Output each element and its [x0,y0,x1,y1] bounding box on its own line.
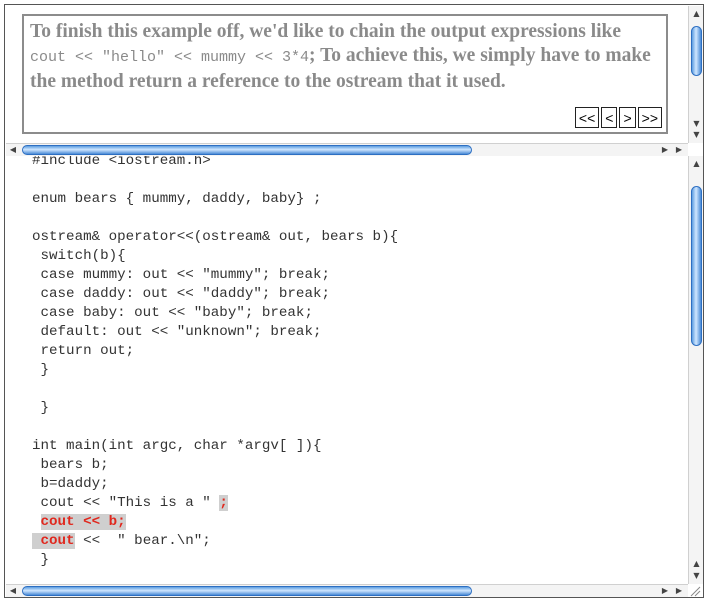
highlighted-cout-keyword: cout [40,533,75,549]
scroll-left-arrow-icon[interactable]: ◀ [6,585,20,597]
code-horizontal-scrollbar[interactable]: ◀ ▶ ▶ [6,584,688,597]
code-listing: #include <iostream.h> enum bears { mummy,… [32,156,398,570]
code-line-text: cout << "This is a " [32,495,220,511]
code-line-bear-rest: << " bear.\n"; [74,533,211,549]
highlighted-cout-b: cout << b; [40,514,126,530]
code-line: } [32,362,50,378]
description-box: To finish this example off, we'd like to… [22,14,668,134]
scroll-right-arrow-icon[interactable]: ▶ [658,585,672,597]
code-line: switch(b){ [32,248,126,264]
scroll-left-arrow-icon[interactable]: ◀ [6,144,20,156]
code-line: } [32,400,50,416]
resize-grip-icon[interactable] [689,585,701,597]
description-horizontal-scrollbar[interactable]: ◀ ▶ ▶ [6,143,688,156]
prev-step-button[interactable]: < [601,107,618,128]
app-window: To finish this example off, we'd like to… [4,4,704,598]
scroll-right-arrow-icon[interactable]: ▶ [672,585,686,597]
description-vscroll-thumb[interactable] [691,26,702,76]
code-line: case mummy: out << "mummy"; break; [32,267,331,283]
code-line: #include <iostream.h> [32,156,211,169]
description-text-start: To finish this example off, we'd like to… [30,21,622,42]
last-step-button[interactable]: >> [637,107,662,128]
code-line: return out; [32,343,135,359]
highlighted-semicolon: ; [219,495,228,511]
code-pane: #include <iostream.h> enum bears { mummy,… [6,156,686,584]
description-vertical-scrollbar[interactable]: ▲ ▼ ▼ [688,6,703,143]
code-line: ostream& operator<<(ostream& out, bears … [32,229,399,245]
scroll-up-arrow-icon[interactable]: ▲ [689,558,704,570]
scroll-right-arrow-icon[interactable]: ▶ [672,144,686,156]
scroll-right-arrow-icon[interactable]: ▶ [658,144,672,156]
description-code: cout << "hello" << mummy << 3*4 [30,49,310,66]
navigation-buttons: << < > >> [574,107,662,128]
description-pane: To finish this example off, we'd like to… [6,6,686,143]
code-line: bears b; [32,457,109,473]
scroll-up-arrow-icon[interactable]: ▲ [689,158,704,170]
code-hscroll-thumb[interactable] [22,586,472,596]
code-line-cout-this-is-a: cout << "This is a " ; [32,494,398,513]
highlighted-code-line: cout << " bear.\n"; [32,532,398,551]
code-line: default: out << "unknown"; break; [32,324,322,340]
next-step-button[interactable]: > [619,107,636,128]
code-line-closing: } [32,552,50,568]
description-hscroll-thumb[interactable] [22,145,472,155]
scroll-down-arrow-icon[interactable]: ▼ [689,570,704,582]
code-line: enum bears { mummy, daddy, baby} ; [32,191,322,207]
scroll-up-arrow-icon[interactable]: ▲ [689,8,704,20]
code-vscroll-thumb[interactable] [691,186,702,346]
code-line: case baby: out << "baby"; break; [32,305,313,321]
code-line: int main(int argc, char *argv[ ]){ [32,438,322,454]
highlighted-code-line: cout << b; [32,513,398,532]
code-line: case daddy: out << "daddy"; break; [32,286,331,302]
first-step-button[interactable]: << [574,107,600,128]
code-vertical-scrollbar[interactable]: ▲ ▲ ▼ [688,156,703,584]
code-line: b=daddy; [32,476,109,492]
scroll-down-arrow-icon[interactable]: ▼ [689,129,704,141]
